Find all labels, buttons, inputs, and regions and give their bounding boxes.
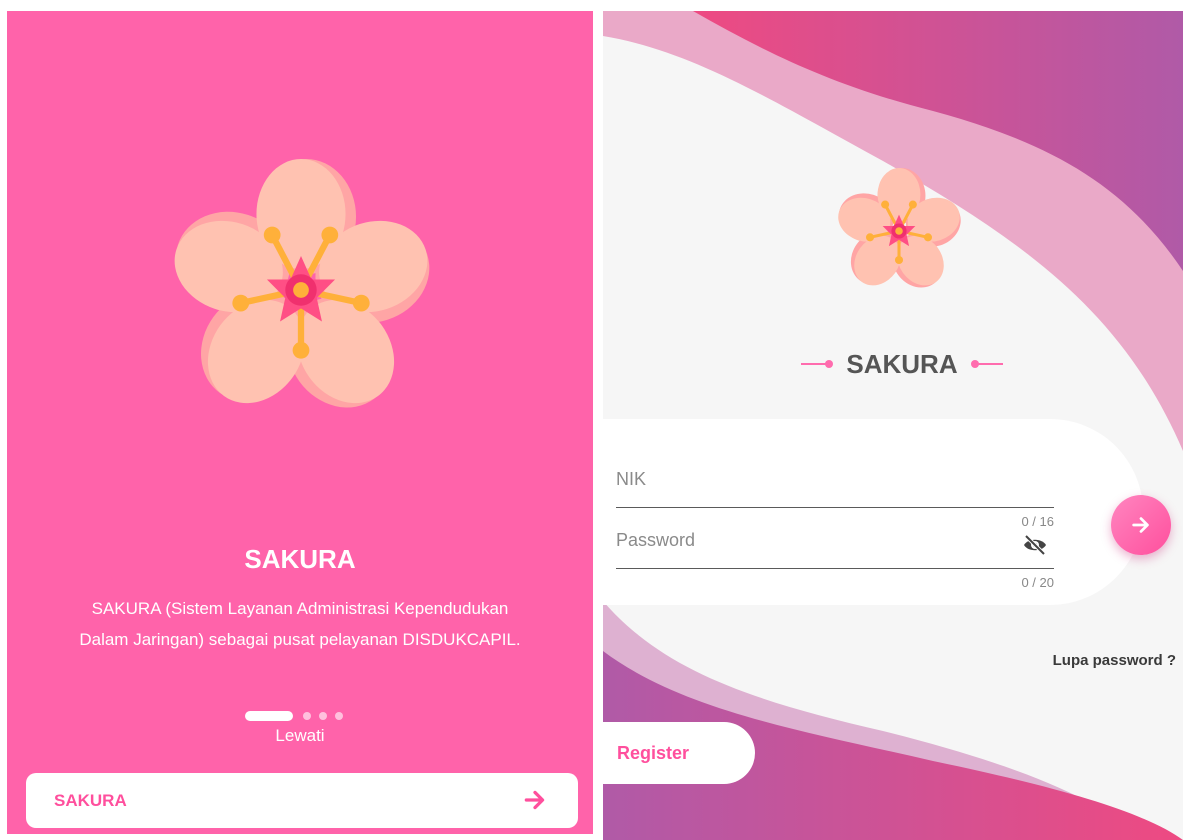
brand-decoration-right <box>977 363 1003 365</box>
nik-counter: 0 / 16 <box>1021 514 1054 529</box>
skip-button[interactable]: Lewati <box>7 726 593 746</box>
page-dot[interactable] <box>303 712 311 720</box>
onboarding-description: SAKURA (Sistem Layanan Administrasi Kepe… <box>7 593 593 655</box>
login-screen: SAKURA NIK 0 / 16 Password 0 / 20 Lupa p… <box>603 11 1183 840</box>
sakura-logo-icon <box>838 168 961 288</box>
password-underline <box>616 568 1054 569</box>
eye-off-icon[interactable] <box>1022 534 1048 556</box>
arrow-right-icon <box>524 790 545 810</box>
page-dot[interactable] <box>319 712 327 720</box>
sakura-start-button[interactable]: SAKURA <box>26 773 578 828</box>
onboarding-description-line: Dalam Jaringan) sebagai pusat pelayanan … <box>79 630 521 649</box>
password-field[interactable]: Password 0 / 20 <box>616 530 1054 590</box>
arrow-right-icon <box>1132 517 1149 533</box>
nik-input[interactable]: NIK <box>616 469 646 490</box>
onboarding-description-line: SAKURA (Sistem Layanan Administrasi Kepe… <box>91 599 509 618</box>
forgot-password-link[interactable]: Lupa password ? <box>1053 652 1176 669</box>
login-form-card: NIK 0 / 16 Password 0 / 20 <box>603 419 1143 605</box>
password-input[interactable]: Password <box>616 530 695 551</box>
brand-heading: SAKURA <box>799 343 1005 383</box>
onboarding-screen: SAKURA SAKURA (Sistem Layanan Administra… <box>7 11 593 834</box>
login-submit-button[interactable] <box>1111 495 1171 555</box>
page-dot[interactable] <box>335 712 343 720</box>
onboarding-title: SAKURA <box>244 544 356 574</box>
register-button[interactable]: Register <box>603 722 755 784</box>
nik-field[interactable]: NIK 0 / 16 <box>616 469 1054 529</box>
page-indicator <box>245 711 365 721</box>
start-button-label: SAKURA <box>54 791 127 810</box>
nik-underline <box>616 507 1054 508</box>
page-dot-active[interactable] <box>245 711 293 721</box>
sakura-flower-icon <box>174 159 430 408</box>
password-counter: 0 / 20 <box>1021 575 1054 590</box>
register-label: Register <box>617 743 690 763</box>
